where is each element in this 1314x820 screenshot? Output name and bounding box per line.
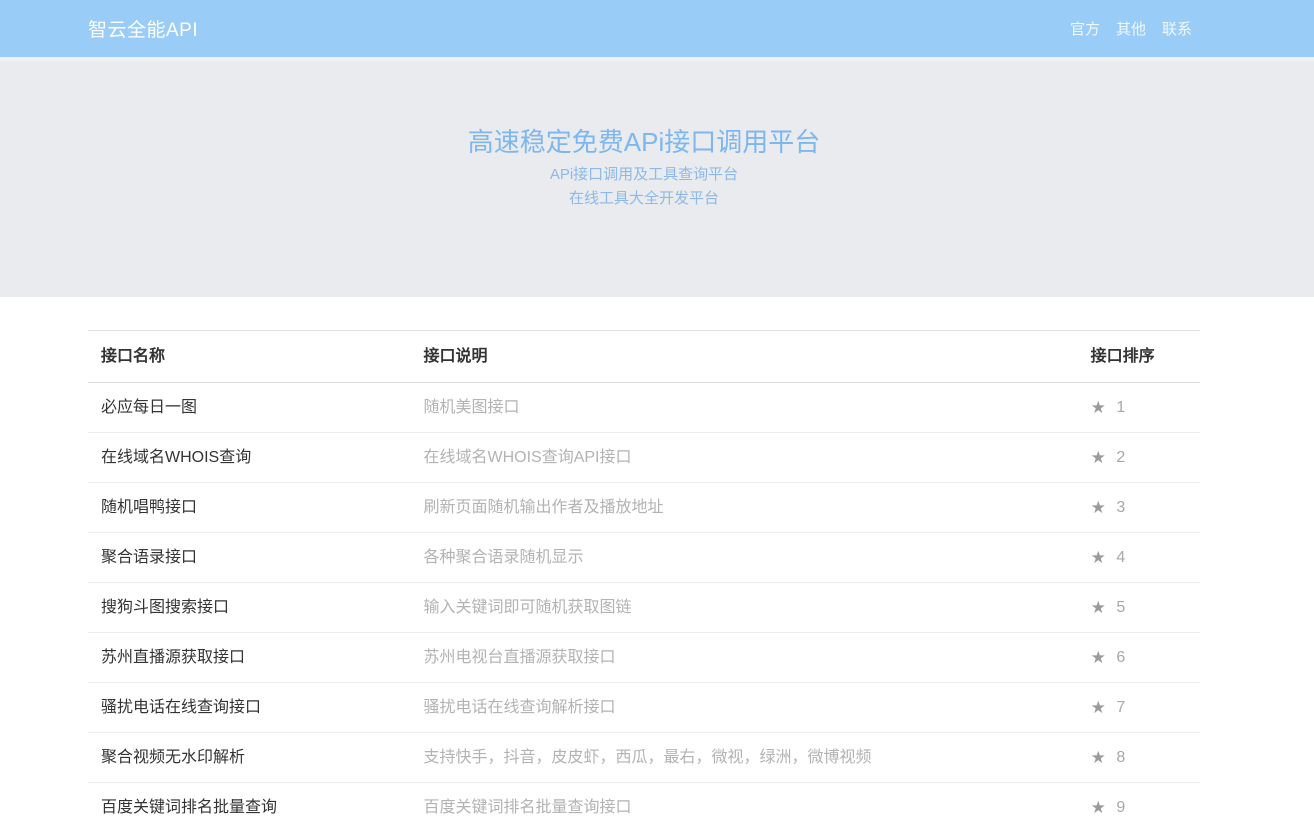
- star-icon: ★: [1091, 498, 1106, 517]
- table-header-row: 接口名称 接口说明 接口排序: [88, 331, 1200, 383]
- api-name: 随机唱鸭接口: [88, 483, 410, 533]
- api-rank-cell: ★ 7: [1078, 683, 1200, 733]
- top-navbar: 智云全能API 官方其他联系: [0, 0, 1314, 57]
- table-row[interactable]: 百度关键词排名批量查询 百度关键词排名批量查询接口 ★ 9: [88, 783, 1200, 820]
- table-row[interactable]: 苏州直播源获取接口 苏州电视台直播源获取接口 ★ 6: [88, 633, 1200, 683]
- table-row[interactable]: 聚合语录接口 各种聚合语录随机显示 ★ 4: [88, 533, 1200, 583]
- nav-link[interactable]: 官方: [1062, 18, 1108, 39]
- api-rank-cell: ★ 1: [1078, 383, 1200, 433]
- api-rank-cell: ★ 2: [1078, 433, 1200, 483]
- api-list-section: 接口名称 接口说明 接口排序 必应每日一图 随机美图接口 ★ 1 在线域名WHO…: [88, 330, 1200, 820]
- star-icon: ★: [1091, 748, 1106, 767]
- api-name: 骚扰电话在线查询接口: [88, 683, 410, 733]
- star-icon: ★: [1091, 648, 1106, 667]
- table-row[interactable]: 必应每日一图 随机美图接口 ★ 1: [88, 383, 1200, 433]
- hero-subtitle-line1: APi接口调用及工具查询平台: [88, 163, 1200, 187]
- star-icon: ★: [1091, 598, 1106, 617]
- rank-number: 8: [1116, 749, 1125, 766]
- star-icon: ★: [1091, 548, 1106, 567]
- site-logo[interactable]: 智云全能API: [88, 15, 198, 42]
- star-icon: ★: [1091, 398, 1106, 417]
- api-name: 百度关键词排名批量查询: [88, 783, 410, 820]
- table-row[interactable]: 随机唱鸭接口 刷新页面随机输出作者及播放地址 ★ 3: [88, 483, 1200, 533]
- rank-number: 2: [1116, 449, 1125, 466]
- star-icon: ★: [1091, 698, 1106, 717]
- api-description: 输入关键词即可随机获取图链: [410, 583, 1077, 633]
- api-description: 各种聚合语录随机显示: [410, 533, 1077, 583]
- navbar-links: 官方其他联系: [1062, 18, 1200, 39]
- star-icon: ★: [1091, 798, 1106, 817]
- api-description: 骚扰电话在线查询解析接口: [410, 683, 1077, 733]
- api-table-body: 必应每日一图 随机美图接口 ★ 1 在线域名WHOIS查询 在线域名WHOIS查…: [88, 383, 1200, 820]
- api-name: 聚合视频无水印解析: [88, 733, 410, 783]
- star-icon: ★: [1091, 448, 1106, 467]
- api-rank-cell: ★ 6: [1078, 633, 1200, 683]
- api-description: 随机美图接口: [410, 383, 1077, 433]
- hero-title: 高速稳定免费APi接口调用平台: [88, 125, 1200, 159]
- api-rank-cell: ★ 9: [1078, 783, 1200, 820]
- api-name: 聚合语录接口: [88, 533, 410, 583]
- table-row[interactable]: 在线域名WHOIS查询 在线域名WHOIS查询API接口 ★ 2: [88, 433, 1200, 483]
- hero-banner: 高速稳定免费APi接口调用平台 APi接口调用及工具查询平台 在线工具大全开发平…: [0, 57, 1314, 297]
- api-name: 在线域名WHOIS查询: [88, 433, 410, 483]
- rank-number: 4: [1116, 549, 1125, 566]
- api-rank-cell: ★ 5: [1078, 583, 1200, 633]
- api-table: 接口名称 接口说明 接口排序 必应每日一图 随机美图接口 ★ 1 在线域名WHO…: [88, 330, 1200, 820]
- api-rank-cell: ★ 4: [1078, 533, 1200, 583]
- api-description: 刷新页面随机输出作者及播放地址: [410, 483, 1077, 533]
- column-header-name: 接口名称: [88, 331, 410, 383]
- rank-number: 6: [1116, 649, 1125, 666]
- api-description: 苏州电视台直播源获取接口: [410, 633, 1077, 683]
- table-row[interactable]: 骚扰电话在线查询接口 骚扰电话在线查询解析接口 ★ 7: [88, 683, 1200, 733]
- rank-number: 5: [1116, 599, 1125, 616]
- api-name: 必应每日一图: [88, 383, 410, 433]
- table-row[interactable]: 搜狗斗图搜索接口 输入关键词即可随机获取图链 ★ 5: [88, 583, 1200, 633]
- api-name: 搜狗斗图搜索接口: [88, 583, 410, 633]
- api-description: 在线域名WHOIS查询API接口: [410, 433, 1077, 483]
- rank-number: 7: [1116, 699, 1125, 716]
- api-description: 百度关键词排名批量查询接口: [410, 783, 1077, 820]
- column-header-rank: 接口排序: [1078, 331, 1200, 383]
- hero-subtitle-line2: 在线工具大全开发平台: [88, 187, 1200, 211]
- api-rank-cell: ★ 8: [1078, 733, 1200, 783]
- column-header-description: 接口说明: [410, 331, 1077, 383]
- rank-number: 3: [1116, 499, 1125, 516]
- api-rank-cell: ★ 3: [1078, 483, 1200, 533]
- nav-link[interactable]: 联系: [1154, 18, 1200, 39]
- table-row[interactable]: 聚合视频无水印解析 支持快手，抖音，皮皮虾，西瓜，最右，微视，绿洲，微博视频 ★…: [88, 733, 1200, 783]
- nav-link[interactable]: 其他: [1108, 18, 1154, 39]
- rank-number: 9: [1116, 799, 1125, 816]
- api-description: 支持快手，抖音，皮皮虾，西瓜，最右，微视，绿洲，微博视频: [410, 733, 1077, 783]
- api-name: 苏州直播源获取接口: [88, 633, 410, 683]
- rank-number: 1: [1116, 399, 1125, 416]
